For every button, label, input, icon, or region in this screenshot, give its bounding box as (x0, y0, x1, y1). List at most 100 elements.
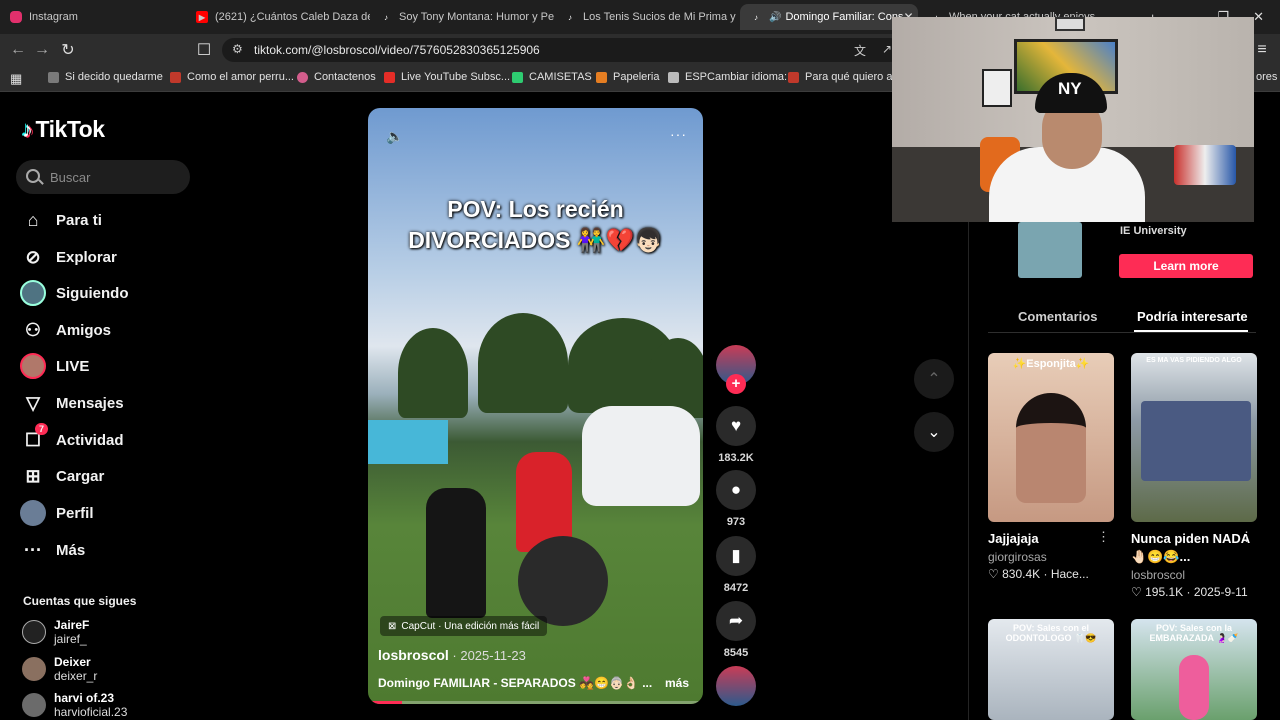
nav-item-para-ti[interactable]: ⌂ Para ti (20, 207, 102, 233)
nav-item-amigos[interactable]: ⚇ Amigos (20, 317, 111, 343)
learn-more-button[interactable]: Learn more (1119, 254, 1253, 278)
bookmark-favicon-icon (384, 71, 395, 83)
following-account[interactable]: JaireF jairef_ (22, 618, 89, 646)
heart-icon[interactable]: ♥ (716, 406, 756, 446)
volume-icon[interactable]: 🔈 (386, 128, 403, 145)
search-icon (26, 169, 40, 183)
bookmark-item[interactable]: Contactenos (297, 71, 376, 83)
tiktok-logo[interactable]: ♪ TikTok (22, 116, 105, 143)
more-link[interactable]: más (665, 676, 689, 690)
apps-icon[interactable]: ▦ (10, 71, 22, 87)
video-thumbnail[interactable]: POV: Sales con la EMBARAZADA 🤰🏻🍼 (1131, 619, 1257, 720)
suggested-video-card[interactable]: POV: Sales con la EMBARAZADA 🤰🏻🍼 (1131, 619, 1257, 720)
video-thumbnail[interactable]: ✨Esponjita✨ (988, 353, 1114, 522)
bookmark-favicon-icon (48, 71, 59, 83)
translate-icon[interactable]: 文 (854, 42, 866, 59)
bookmark-item[interactable]: Si decido quedarme (48, 71, 163, 83)
palm-tree (398, 328, 468, 418)
tab-title: Soy Tony Montana: Humor y Pe (399, 11, 554, 23)
bookmark-favicon-icon (170, 71, 181, 83)
share-arrow-icon[interactable]: ➦ (716, 601, 756, 641)
bookmark-favicon-icon (668, 71, 679, 83)
send-icon: ▽ (26, 392, 40, 413)
nav-item-explorar[interactable]: ⊘ Explorar (20, 244, 116, 270)
bookmark-item[interactable]: ESPCambiar idioma: (668, 71, 787, 83)
compass-icon: ⊘ (25, 246, 41, 267)
browser-tab-tiktok-2[interactable]: ♪ Los Tenis Sucios de Mi Prima y c (554, 4, 738, 30)
nav-item-mas[interactable]: ··· Más (20, 537, 85, 563)
video-thumbnail[interactable]: POV: Sales con el ODONTOLOGO 🦷😎 (988, 619, 1114, 720)
suggested-video-card[interactable]: ES MA VAS PIDIENDO ALGO Nunca piden NADA… (1131, 353, 1257, 599)
back-icon[interactable]: ← (8, 40, 28, 60)
nav-item-perfil[interactable]: Perfil (20, 500, 94, 526)
avatar (22, 657, 46, 681)
browser-tab-instagram[interactable]: Instagram (0, 4, 186, 30)
thumbnail-overlay-text: ✨Esponjita✨ (1012, 358, 1090, 370)
card-title: Nunca piden NADA 🤚🏻😁😂... (1131, 531, 1250, 564)
nav-item-siguiendo[interactable]: Siguiendo (20, 280, 129, 306)
video-thumbnail[interactable]: ES MA VAS PIDIENDO ALGO (1131, 353, 1257, 522)
following-account[interactable]: Deixer deixer_r (22, 655, 97, 683)
share-count: 8545 (723, 647, 749, 659)
nav-item-live[interactable]: LIVE (20, 353, 89, 379)
more-vertical-icon[interactable]: ⋮ (1240, 529, 1253, 545)
follow-plus-icon[interactable]: + (726, 374, 746, 394)
close-window-icon[interactable]: ✕ (1253, 9, 1264, 25)
forward-icon[interactable]: → (32, 40, 52, 60)
youtube-icon: ▶ (196, 11, 208, 23)
search-input[interactable]: Buscar (16, 160, 190, 194)
tab-comentarios[interactable]: Comentarios (1018, 309, 1097, 324)
site-info-icon[interactable]: ⚙ (232, 42, 243, 56)
bookmark-icon[interactable]: ☐ (194, 40, 214, 60)
more-options-icon[interactable]: ··· (670, 126, 687, 142)
bookmark-item[interactable]: ores (1256, 71, 1277, 83)
share-icon[interactable]: ↗ (882, 42, 892, 56)
suggested-video-card[interactable]: POV: Sales con el ODONTOLOGO 🦷😎 (988, 619, 1114, 720)
pool (368, 420, 448, 464)
search-placeholder: Buscar (50, 170, 91, 185)
tiktok-icon: ♪ (384, 12, 388, 22)
inbox-icon: ☐ 7 (20, 423, 48, 453)
card-stats: ♡ 830.4K · Hace... (988, 567, 1089, 581)
nav-item-actividad[interactable]: ☐ 7 Actividad (20, 423, 124, 453)
ad-thumbnail[interactable] (1018, 222, 1082, 278)
suggested-video-card[interactable]: ✨Esponjita✨ Jajjajaja ⋮ giorgirosas ♡ 83… (988, 353, 1114, 581)
tab-podria-interesarte[interactable]: Podría interesarte (1137, 309, 1248, 324)
comment-icon[interactable]: ● (716, 470, 756, 510)
bookmark-item[interactable]: Papeleria (596, 71, 659, 83)
bookmark-icon[interactable]: ▮ (716, 536, 756, 576)
like-action[interactable]: ♥ 183.2K (716, 406, 756, 464)
video-caption: POV: Los recién DIVORCIADOS 👫💔👦🏻 (408, 196, 663, 253)
progress-fill (368, 701, 402, 704)
chevron-up-icon[interactable]: ⌃ (914, 359, 954, 399)
bookmark-item[interactable]: Live YouTube Subsc... (384, 71, 510, 83)
video-description: Domingo FAMILIAR - SEPARADOS 💑😁👵🏻👌🏻 ... (378, 676, 653, 690)
nav-item-mensajes[interactable]: ▽ Mensajes (20, 390, 123, 416)
chevron-down-icon[interactable]: ⌄ (914, 412, 954, 452)
browser-tab-tiktok-1[interactable]: ♪ Soy Tony Montana: Humor y Pe (370, 4, 554, 30)
comment-action[interactable]: ● 973 (716, 470, 756, 528)
webcam-overlay: NY (892, 17, 1254, 222)
menu-icon[interactable]: ≡ (1252, 40, 1272, 60)
nav-item-cargar[interactable]: ⊞ Cargar (20, 463, 104, 489)
video-player[interactable]: POV: Los recién DIVORCIADOS 👫💔👦🏻 🔈 ··· ⊠… (368, 108, 703, 704)
capcut-badge[interactable]: ⊠ CapCut · Una edición más fácil (380, 616, 548, 636)
heart-outline-icon: ♡ (988, 567, 1003, 581)
bookmark-item[interactable]: Para qué quiero asp (788, 71, 904, 83)
reload-icon[interactable]: ↻ (58, 40, 78, 60)
following-section-title: Cuentas que sigues (23, 594, 137, 608)
save-action[interactable]: ▮ 8472 (716, 536, 756, 594)
browser-tab-youtube[interactable]: ▶ (2621) ¿Cuántos Caleb Daza de (186, 4, 370, 30)
thumbnail-overlay-text: POV: Sales con el ODONTOLOGO 🦷😎 (1005, 623, 1097, 643)
bookmark-item[interactable]: Como el amor perru... (170, 71, 294, 83)
bookmark-favicon-icon (512, 71, 523, 83)
progress-bar[interactable] (368, 701, 703, 704)
capcut-icon: ⊠ (388, 620, 397, 632)
share-action[interactable]: ➦ 8545 (716, 601, 756, 659)
video-author[interactable]: losbroscol · 2025-11-23 (378, 647, 526, 663)
url-field[interactable]: ⚙ tiktok.com/@losbroscol/video/757605283… (222, 38, 902, 62)
following-account[interactable]: harvi of.23 harvioficial.23 (22, 691, 127, 719)
next-creator-avatar[interactable] (716, 666, 756, 706)
more-vertical-icon[interactable]: ⋮ (1097, 529, 1110, 545)
bookmark-item[interactable]: CAMISETAS (512, 71, 592, 83)
